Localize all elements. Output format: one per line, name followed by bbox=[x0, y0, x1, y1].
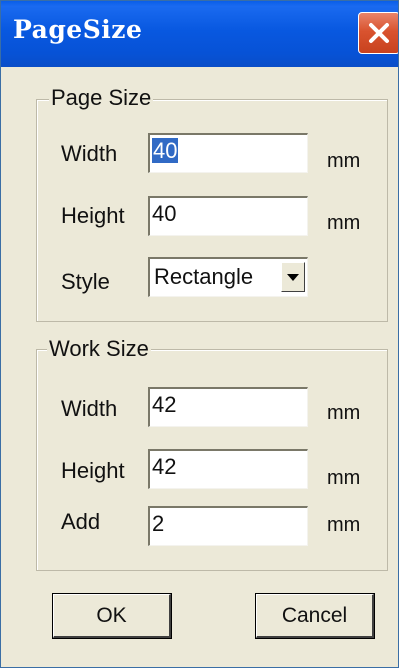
page-style-label: Style bbox=[61, 269, 110, 294]
work-size-legend: Work Size bbox=[47, 336, 151, 362]
work-add-label: Add bbox=[61, 509, 101, 534]
page-width-value: 40 bbox=[152, 138, 179, 163]
title-bar[interactable]: PageSize bbox=[1, 1, 398, 67]
page-height-unit: mm bbox=[327, 212, 361, 234]
page-height-value: 40 bbox=[152, 201, 177, 226]
work-width-label: Width bbox=[61, 396, 118, 421]
close-icon bbox=[369, 23, 389, 43]
ok-button-label: OK bbox=[96, 604, 127, 627]
page-width-field[interactable]: 40 bbox=[148, 133, 308, 173]
work-add-field[interactable]: 2 bbox=[148, 506, 308, 546]
chevron-down-icon bbox=[287, 274, 299, 281]
ok-button[interactable]: OK bbox=[53, 594, 171, 638]
close-button[interactable] bbox=[358, 12, 398, 54]
work-height-label: Height bbox=[61, 458, 125, 483]
work-width-unit: mm bbox=[327, 402, 361, 424]
work-width-field[interactable]: 42 bbox=[148, 387, 308, 427]
work-width-value: 42 bbox=[152, 392, 177, 417]
page-width-label: Width bbox=[61, 141, 118, 166]
style-dropdown-button[interactable] bbox=[281, 262, 305, 292]
work-height-unit: mm bbox=[327, 467, 361, 489]
work-add-value: 2 bbox=[152, 511, 165, 536]
page-width-unit: mm bbox=[327, 150, 361, 172]
page-style-select[interactable]: Rectangle bbox=[148, 257, 308, 297]
cancel-button-label: Cancel bbox=[281, 604, 348, 627]
page-style-value: Rectangle bbox=[154, 264, 254, 289]
page-size-dialog: PageSize Page Size Width 40 mm Height 40… bbox=[0, 0, 399, 668]
page-height-field[interactable]: 40 bbox=[148, 196, 308, 236]
cancel-button[interactable]: Cancel bbox=[256, 594, 374, 638]
page-height-label: Height bbox=[61, 203, 125, 228]
page-size-legend: Page Size bbox=[49, 85, 154, 111]
work-add-unit: mm bbox=[327, 514, 361, 536]
work-height-field[interactable]: 42 bbox=[148, 449, 308, 489]
window-title: PageSize bbox=[13, 15, 143, 44]
work-height-value: 42 bbox=[152, 454, 177, 479]
